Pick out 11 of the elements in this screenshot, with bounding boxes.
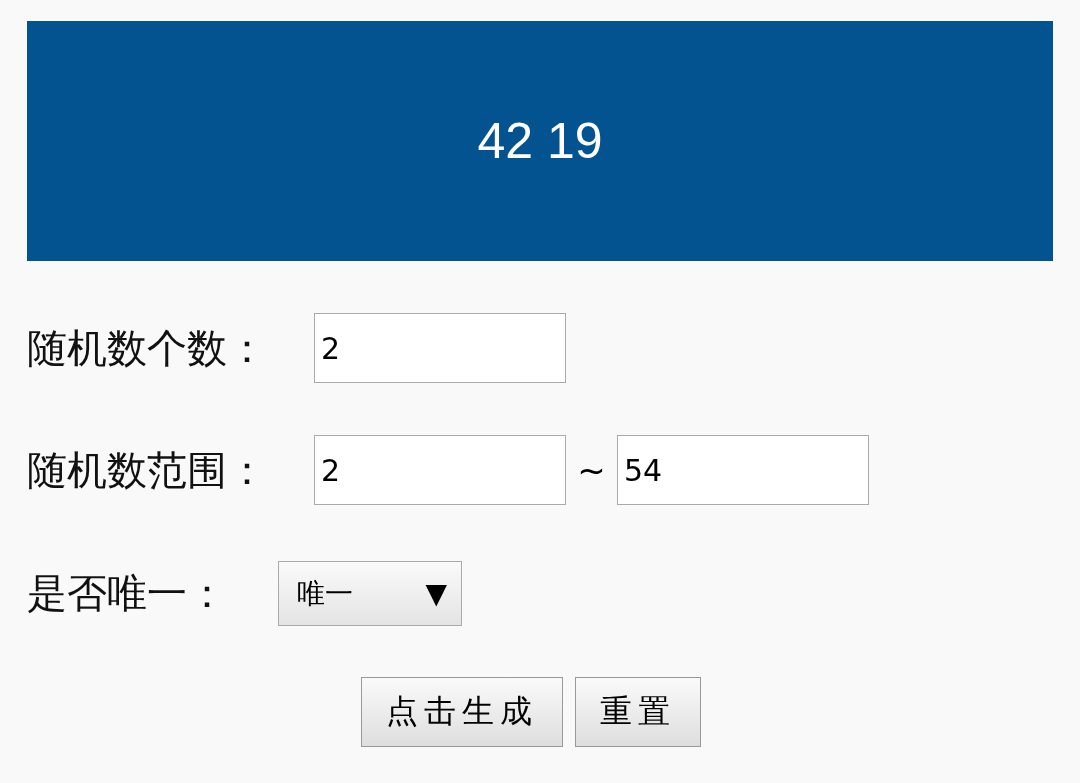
dropdown[interactable]: 唯一 ▼ (278, 561, 462, 626)
range-separator: ~ (576, 450, 607, 490)
input-field[interactable]: 54 (617, 435, 869, 505)
result-text: 42 19 (477, 112, 603, 170)
input-field[interactable]: 2 (314, 313, 566, 383)
field-label: 随机数个数： (27, 323, 268, 373)
field-label: 随机数范围： (27, 445, 268, 495)
action-button[interactable]: 点击生成 (361, 677, 563, 747)
input-field[interactable]: 2 (314, 435, 566, 505)
field-label: 是否唯一： (27, 569, 228, 618)
action-button[interactable]: 重置 (575, 677, 701, 747)
